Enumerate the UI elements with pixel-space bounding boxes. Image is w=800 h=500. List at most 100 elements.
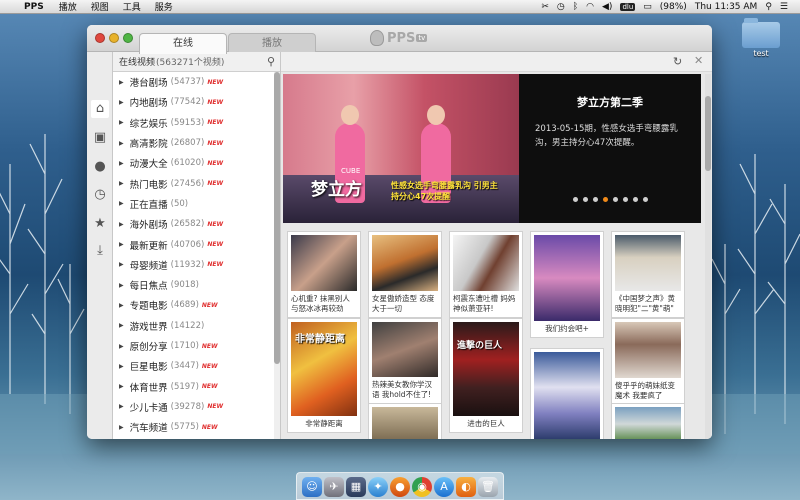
category-item[interactable]: ▶ 最新更新 (40706) NEW [113, 234, 273, 254]
history-clock-icon[interactable]: ◷ [91, 186, 109, 204]
expand-arrow-icon[interactable]: ▶ [119, 322, 124, 329]
category-item[interactable]: ▶ 内地剧场 (77542) NEW [113, 92, 273, 112]
app-store-icon[interactable]: A [434, 477, 454, 497]
featured-banner[interactable]: CUBE 梦立方 性感女选手弯腰露乳沟 引男主持分心47次提醒 [283, 74, 519, 223]
carousel-dot[interactable] [583, 197, 588, 202]
input-method-icon[interactable]: dlu [620, 2, 636, 11]
video-card[interactable]: 《中国梦之声》黄晓明犯"二"黄"萌" [611, 231, 685, 318]
chrome-icon[interactable]: ◉ [412, 477, 432, 497]
search-icon[interactable]: ⚲ [267, 55, 275, 68]
home-icon[interactable]: ⌂ [91, 100, 109, 118]
scissors-icon[interactable]: ✂ [537, 2, 553, 12]
category-item[interactable]: ▶ 母婴频道 (11932) NEW [113, 255, 273, 275]
expand-arrow-icon[interactable]: ▶ [119, 403, 124, 410]
carousel-dot[interactable] [573, 197, 578, 202]
wifi-icon[interactable]: ◠ [582, 2, 598, 12]
category-item[interactable]: ▶ 专题电影 (4689) NEW [113, 295, 273, 315]
category-item[interactable]: ▶ 少儿卡通 (39278) NEW [113, 397, 273, 417]
video-card[interactable] [368, 403, 442, 439]
mission-control-icon[interactable]: ▦ [346, 477, 366, 497]
video-card[interactable]: 热辣美女教你学汉语 我hold不住了! [368, 318, 442, 404]
expand-arrow-icon[interactable]: ▶ [119, 200, 124, 207]
refresh-icon[interactable]: ↻ [673, 55, 682, 68]
close-window-button[interactable] [95, 33, 105, 43]
menu-play[interactable]: 播放 [52, 0, 84, 13]
video-card[interactable]: 女星傲娇造型 态度大于一切 [368, 231, 442, 318]
app-menu[interactable]: PPS [22, 2, 52, 12]
title-bar[interactable]: 在线 播放 PPS tv [87, 25, 712, 54]
carousel-dot[interactable] [633, 197, 638, 202]
carousel-dot[interactable] [613, 197, 618, 202]
finder-icon[interactable]: ☺ [302, 477, 322, 497]
user-icon[interactable]: ● [91, 158, 109, 176]
carousel-dot[interactable] [593, 197, 598, 202]
video-card[interactable]: 我们约会吧+ [530, 231, 604, 338]
category-item[interactable]: ▶ 每日焦点 (9018) [113, 275, 273, 295]
category-item[interactable]: ▶ 热门电影 (27456) NEW [113, 173, 273, 193]
expand-arrow-icon[interactable]: ▶ [119, 343, 124, 350]
expand-arrow-icon[interactable]: ▶ [119, 261, 124, 268]
video-card[interactable] [530, 348, 604, 439]
clock[interactable]: Thu 11:35 AM [691, 2, 762, 12]
expand-arrow-icon[interactable]: ▶ [119, 363, 124, 370]
battery-icon[interactable]: ▭ [639, 2, 656, 12]
notification-icon[interactable]: ☰ [776, 2, 792, 12]
category-item[interactable]: ▶ 高清影院 (26807) NEW [113, 133, 273, 153]
content-scrollbar[interactable] [705, 74, 711, 439]
volume-icon[interactable]: ◀) [598, 2, 616, 12]
video-card[interactable] [611, 403, 685, 439]
category-item[interactable]: ▶ 原创分享 (1710) NEW [113, 336, 273, 356]
launchpad-icon[interactable]: ✈ [324, 477, 344, 497]
video-card[interactable]: 心机重? 抹黑别人与怒冰冰再较劲 [287, 231, 361, 318]
firefox-icon[interactable]: ● [390, 477, 410, 497]
carousel-dot[interactable] [643, 197, 648, 202]
close-icon[interactable]: ✕ [694, 54, 703, 67]
tab-play[interactable]: 播放 [228, 33, 316, 53]
time-machine-icon[interactable]: ◷ [553, 2, 569, 12]
carousel-dot[interactable] [623, 197, 628, 202]
expand-arrow-icon[interactable]: ▶ [119, 241, 124, 248]
tab-online[interactable]: 在线 [139, 33, 227, 54]
expand-arrow-icon[interactable]: ▶ [119, 180, 124, 187]
featured-info[interactable]: 梦立方第二季 2013-05-15期，性感女选手弯腰露乳沟，男主持分心47次提醒… [519, 74, 701, 223]
expand-arrow-icon[interactable]: ▶ [119, 119, 124, 126]
content-scroll-thumb[interactable] [705, 96, 711, 171]
menu-tools[interactable]: 工具 [116, 0, 148, 13]
menu-view[interactable]: 视图 [84, 0, 116, 13]
favorites-star-icon[interactable]: ★ [91, 215, 109, 233]
safari-icon[interactable]: ✦ [368, 477, 388, 497]
expand-arrow-icon[interactable]: ▶ [119, 282, 124, 289]
expand-arrow-icon[interactable]: ▶ [119, 99, 124, 106]
desktop-folder-test[interactable]: test [740, 18, 782, 58]
minimize-window-button[interactable] [109, 33, 119, 43]
pps-app-icon[interactable]: ◐ [456, 477, 476, 497]
category-item[interactable]: ▶ 港台剧场 (54737) NEW [113, 72, 273, 92]
video-card[interactable]: 進撃の巨人 进击的巨人 [449, 318, 523, 433]
bluetooth-icon[interactable]: ᛒ [569, 2, 582, 12]
expand-arrow-icon[interactable]: ▶ [119, 221, 124, 228]
carousel-dot[interactable] [603, 197, 608, 202]
channel-icon[interactable]: ▣ [91, 129, 109, 147]
expand-arrow-icon[interactable]: ▶ [119, 424, 124, 431]
expand-arrow-icon[interactable]: ▶ [119, 302, 124, 309]
video-card[interactable]: 傻乎乎的萌妹纸变魔术 我要疯了 [611, 318, 685, 405]
expand-arrow-icon[interactable]: ▶ [119, 383, 124, 390]
category-item[interactable]: ▶ 综艺娱乐 (59153) NEW [113, 113, 273, 133]
trash-icon[interactable]: 🗑 [478, 477, 498, 497]
menu-services[interactable]: 服务 [148, 0, 180, 13]
zoom-window-button[interactable] [123, 33, 133, 43]
video-card[interactable]: 非常静距离 非常静距离 [287, 318, 361, 433]
category-item[interactable]: ▶ 体育世界 (5197) NEW [113, 376, 273, 396]
category-item[interactable]: ▶ 游戏世界 (14122) [113, 316, 273, 336]
category-item[interactable]: ▶ 海外剧场 (26582) NEW [113, 214, 273, 234]
category-item[interactable]: ▶ 动漫大全 (61020) NEW [113, 153, 273, 173]
video-card[interactable]: 柯震东遭吐槽 妈妈神似萧亚轩! [449, 231, 523, 318]
expand-arrow-icon[interactable]: ▶ [119, 140, 124, 147]
expand-arrow-icon[interactable]: ▶ [119, 160, 124, 167]
download-icon[interactable]: ⤓ [91, 242, 109, 260]
category-item[interactable]: ▶ 正在直播 (50) [113, 194, 273, 214]
category-item[interactable]: ▶ 巨星电影 (3447) NEW [113, 356, 273, 376]
category-item[interactable]: ▶ 汽车频道 (5775) NEW [113, 417, 273, 437]
spotlight-icon[interactable]: ⚲ [761, 2, 776, 12]
expand-arrow-icon[interactable]: ▶ [119, 79, 124, 86]
